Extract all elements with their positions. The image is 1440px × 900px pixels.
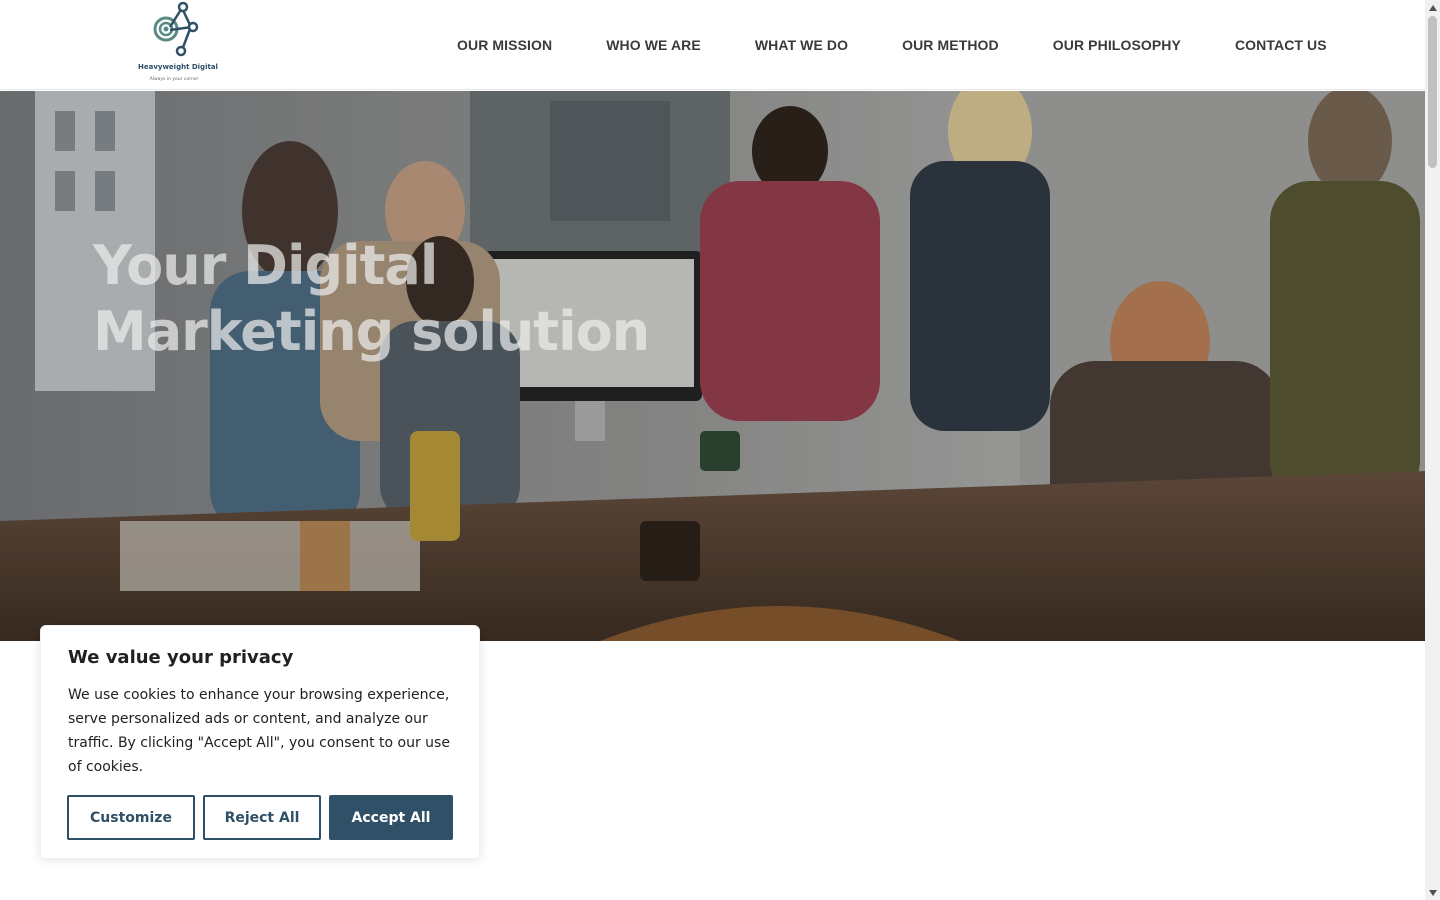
scroll-down-button[interactable]	[1425, 885, 1440, 900]
nav-item-our-method[interactable]: OUR METHOD	[875, 37, 1026, 53]
page-scrollbar[interactable]	[1425, 0, 1440, 900]
cookie-title: We value your privacy	[68, 647, 294, 668]
accept-all-button[interactable]: Accept All	[329, 795, 453, 840]
network-nodes-icon	[153, 1, 199, 57]
cookie-consent-banner: We value your privacy We use cookies to …	[40, 625, 480, 859]
cookie-description: We use cookies to enhance your browsing …	[68, 687, 450, 775]
nav-item-our-mission[interactable]: OUR MISSION	[430, 37, 579, 53]
scroll-up-button[interactable]	[1425, 0, 1440, 15]
main-nav: OUR MISSION WHO WE ARE WHAT WE DO OUR ME…	[430, 0, 1354, 90]
nav-item-our-philosophy[interactable]: OUR PHILOSOPHY	[1026, 37, 1208, 53]
logo-tagline: Always in your corner	[149, 77, 199, 82]
customize-button[interactable]: Customize	[67, 795, 195, 840]
nav-item-contact-us[interactable]: CONTACT US	[1208, 37, 1354, 53]
scrollbar-thumb[interactable]	[1428, 16, 1437, 168]
hero-title-line-1: Your Digital	[93, 234, 438, 297]
reject-all-button[interactable]: Reject All	[203, 795, 321, 840]
nav-item-what-we-do[interactable]: WHAT WE DO	[728, 37, 875, 53]
triangle-up-icon	[1428, 4, 1437, 11]
hero-section: Your Digital Marketing solution	[0, 91, 1425, 641]
hero-title-line-2: Marketing solution	[93, 300, 650, 363]
triangle-down-icon	[1428, 889, 1437, 896]
logo-wordmark: Heavyweight Digital	[138, 63, 218, 71]
nav-item-who-we-are[interactable]: WHO WE ARE	[579, 37, 728, 53]
hero-title: Your Digital Marketing solution	[93, 233, 793, 365]
site-logo[interactable]: Heavyweight Digital Always in your corne…	[138, 0, 218, 88]
hero-overlay	[0, 91, 1425, 641]
site-header: Heavyweight Digital Always in your corne…	[0, 0, 1425, 90]
